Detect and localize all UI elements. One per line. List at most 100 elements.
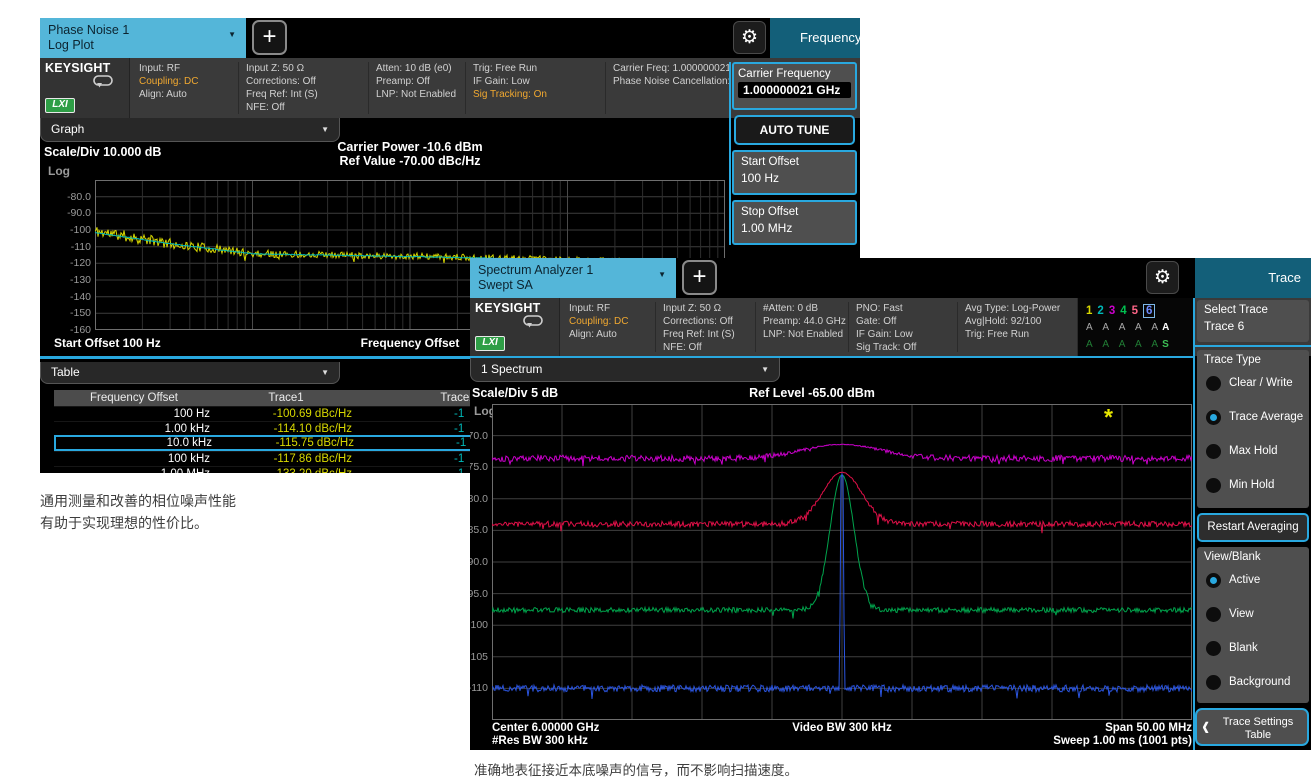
chevron-down-icon: ▼ bbox=[321, 363, 329, 383]
radio-icon bbox=[1206, 478, 1221, 493]
chevron-down-icon: ▼ bbox=[658, 267, 666, 282]
settings-gear-button[interactable]: ⚙ bbox=[733, 21, 766, 54]
res-bw-footer: #Res BW 300 kHz bbox=[492, 735, 588, 747]
start-offset-field[interactable]: Start Offset 100 Hz bbox=[732, 150, 857, 195]
brand-logo: KEYSIGHT bbox=[470, 298, 559, 315]
tab-title: Spectrum Analyzer 1 bbox=[478, 263, 668, 278]
panel-separator bbox=[1195, 345, 1311, 347]
meter-col-atten: Atten: 10 dB (e0)Preamp: OffLNP: Not Ena… bbox=[368, 62, 456, 114]
radio-clear-write[interactable]: Clear / Write bbox=[1197, 366, 1309, 400]
tab-title: Phase Noise 1 bbox=[48, 23, 238, 38]
start-offset-value: 100 Hz bbox=[734, 168, 855, 185]
meter-bar: KEYSIGHT LXI Input: RFCoupling: DCAlign:… bbox=[470, 298, 1311, 356]
panel-divider bbox=[729, 62, 731, 245]
meter-col-trig: Trig: Free RunIF Gain: LowSig Tracking: … bbox=[465, 62, 547, 114]
radio-active[interactable]: Active bbox=[1197, 563, 1309, 597]
uncal-asterisk-marker: * bbox=[1104, 404, 1113, 431]
auto-tune-button[interactable]: AUTO TUNE bbox=[734, 115, 855, 145]
radio-min-hold[interactable]: Min Hold bbox=[1197, 468, 1309, 502]
select-trace-field[interactable]: Select Trace Trace 6 bbox=[1197, 300, 1309, 342]
y-axis-tick: -130 bbox=[45, 274, 91, 286]
y-axis-tick: -160 bbox=[45, 324, 91, 336]
meter-col-atten: #Atten: 0 dBPreamp: 44.0 GHzLNP: Not Ena… bbox=[755, 302, 846, 352]
video-bw-footer: Video BW 300 kHz bbox=[492, 722, 1192, 734]
input-loop-icon bbox=[523, 315, 543, 333]
radio-icon bbox=[1206, 675, 1221, 690]
view-blank-group: View/Blank Active View Blank Background bbox=[1197, 547, 1309, 703]
trace-status-legend: 123456 A A A A AA A A A A AS bbox=[1077, 298, 1195, 356]
trace-settings-table-button[interactable]: ‹ Trace Settings Table bbox=[1195, 708, 1309, 746]
meter-col-input: Input: RFCoupling: DCAlign: Auto bbox=[562, 302, 628, 352]
radio-icon bbox=[1206, 641, 1221, 656]
panel-divider bbox=[1193, 298, 1195, 750]
y-axis-tick: -110 bbox=[45, 241, 91, 253]
trace-numbers: 123456 bbox=[1086, 301, 1195, 319]
keysight-logo-block: KEYSIGHT LXI bbox=[470, 298, 560, 356]
radio-selected-icon bbox=[1206, 573, 1221, 588]
ref-level-readout: Ref Level -65.00 dBm bbox=[492, 386, 1132, 400]
keysight-logo-block: KEYSIGHT LXI bbox=[40, 58, 130, 118]
y-axis-tick: -80.0 bbox=[45, 191, 91, 203]
carrier-frequency-value[interactable]: 1.000000021 GHz bbox=[738, 82, 851, 98]
radio-selected-icon bbox=[1206, 410, 1221, 425]
caption-spectrum: 准确地表征接近本底噪声的信号，而不影响扫描速度。 bbox=[474, 760, 798, 782]
trace-type-row: A A A A AA bbox=[1086, 319, 1195, 336]
trace-detector-row: A A A A AS bbox=[1086, 336, 1195, 353]
y-axis-tick: -100 bbox=[470, 619, 488, 631]
y-axis-tick: -90.0 bbox=[470, 556, 488, 568]
radio-background[interactable]: Background bbox=[1197, 665, 1309, 699]
ref-value-readout: Ref Value -70.00 dBc/Hz bbox=[95, 154, 725, 168]
radio-view[interactable]: View bbox=[1197, 597, 1309, 631]
chevron-left-icon: ‹ bbox=[1202, 709, 1209, 743]
tab-spectrum-analyzer[interactable]: Spectrum Analyzer 1 Swept SA ▼ bbox=[470, 258, 676, 298]
y-axis-tick: -85.0 bbox=[470, 524, 488, 536]
view-selector-spectrum[interactable]: 1 Spectrum ▼ bbox=[470, 358, 780, 382]
radio-max-hold[interactable]: Max Hold bbox=[1197, 434, 1309, 468]
view-selector-graph[interactable]: Graph ▼ bbox=[40, 118, 340, 142]
lxi-badge: LXI bbox=[45, 98, 75, 113]
radio-trace-average[interactable]: Trace Average bbox=[1197, 400, 1309, 434]
y-axis-tick: -95.0 bbox=[470, 588, 488, 600]
scale-div-label: Scale/Div 10.000 dB bbox=[44, 145, 161, 159]
y-axis-tick: -110 bbox=[470, 682, 488, 694]
tab-phase-noise[interactable]: Phase Noise 1 Log Plot ▼ bbox=[40, 18, 246, 58]
add-tab-button[interactable]: + bbox=[252, 20, 287, 55]
meter-col-inputz: Input Z: 50 ΩCorrections: OffFreq Ref: I… bbox=[655, 302, 735, 352]
meter-col-avg: Avg Type: Log-PowerAvg|Hold: 92/100Trig:… bbox=[957, 302, 1060, 352]
stop-offset-field[interactable]: Stop Offset 1.00 MHz bbox=[732, 200, 857, 245]
spectrum-analyzer-window: Spectrum Analyzer 1 Swept SA ▼ + ⚙ Trace… bbox=[470, 258, 1311, 750]
meter-col-input: Input: RFCoupling: DCAlign: Auto bbox=[132, 62, 198, 114]
y-axis-tick: -140 bbox=[45, 291, 91, 303]
menu-header-trace: Trace bbox=[1195, 258, 1311, 298]
spectrum-plot[interactable]: -70.0-75.0-80.0-85.0-90.0-95.0-100-105-1… bbox=[492, 404, 1192, 720]
input-loop-icon bbox=[93, 75, 113, 93]
trace-type-label: Trace Type bbox=[1197, 350, 1309, 366]
carrier-frequency-field[interactable]: Carrier Frequency 1.000000021 GHz bbox=[732, 62, 857, 110]
carrier-power-readout: Carrier Power -10.6 dBm bbox=[95, 140, 725, 154]
y-axis-tick: -105 bbox=[470, 651, 488, 663]
settings-gear-button[interactable]: ⚙ bbox=[1146, 261, 1179, 294]
menu-header-frequency: Frequency bbox=[770, 18, 860, 58]
radio-icon bbox=[1206, 607, 1221, 622]
y-axis-tick: -100 bbox=[45, 224, 91, 236]
chevron-down-icon: ▼ bbox=[321, 119, 329, 141]
y-axis-tick: -80.0 bbox=[470, 493, 488, 505]
meter-col-pno: PNO: FastGate: OffIF Gain: LowSig Track:… bbox=[848, 302, 916, 352]
view-blank-label: View/Blank bbox=[1197, 547, 1309, 563]
caption-phase-noise: 通用测量和改善的相位噪声性能 有助于实现理想的性价比。 bbox=[40, 490, 236, 534]
select-trace-value: Trace 6 bbox=[1197, 316, 1309, 333]
add-tab-button[interactable]: + bbox=[682, 260, 717, 295]
tab-subtitle: Log Plot bbox=[48, 38, 238, 53]
view-selector-table[interactable]: Table ▼ bbox=[40, 362, 340, 384]
y-axis-tick: -75.0 bbox=[470, 461, 488, 473]
restart-averaging-button[interactable]: Restart Averaging bbox=[1197, 513, 1309, 542]
stop-offset-value: 1.00 MHz bbox=[734, 218, 855, 235]
sweep-footer: Sweep 1.00 ms (1001 pts) bbox=[1053, 735, 1192, 747]
chevron-down-icon: ▼ bbox=[761, 359, 769, 381]
radio-icon bbox=[1206, 444, 1221, 459]
span-footer: Span 50.00 MHz bbox=[1105, 722, 1192, 734]
log-axis-label: Log bbox=[48, 164, 70, 178]
y-axis-tick: -70.0 bbox=[470, 430, 488, 442]
radio-blank[interactable]: Blank bbox=[1197, 631, 1309, 665]
meter-col-inputz: Input Z: 50 ΩCorrections: OffFreq Ref: I… bbox=[238, 62, 318, 114]
